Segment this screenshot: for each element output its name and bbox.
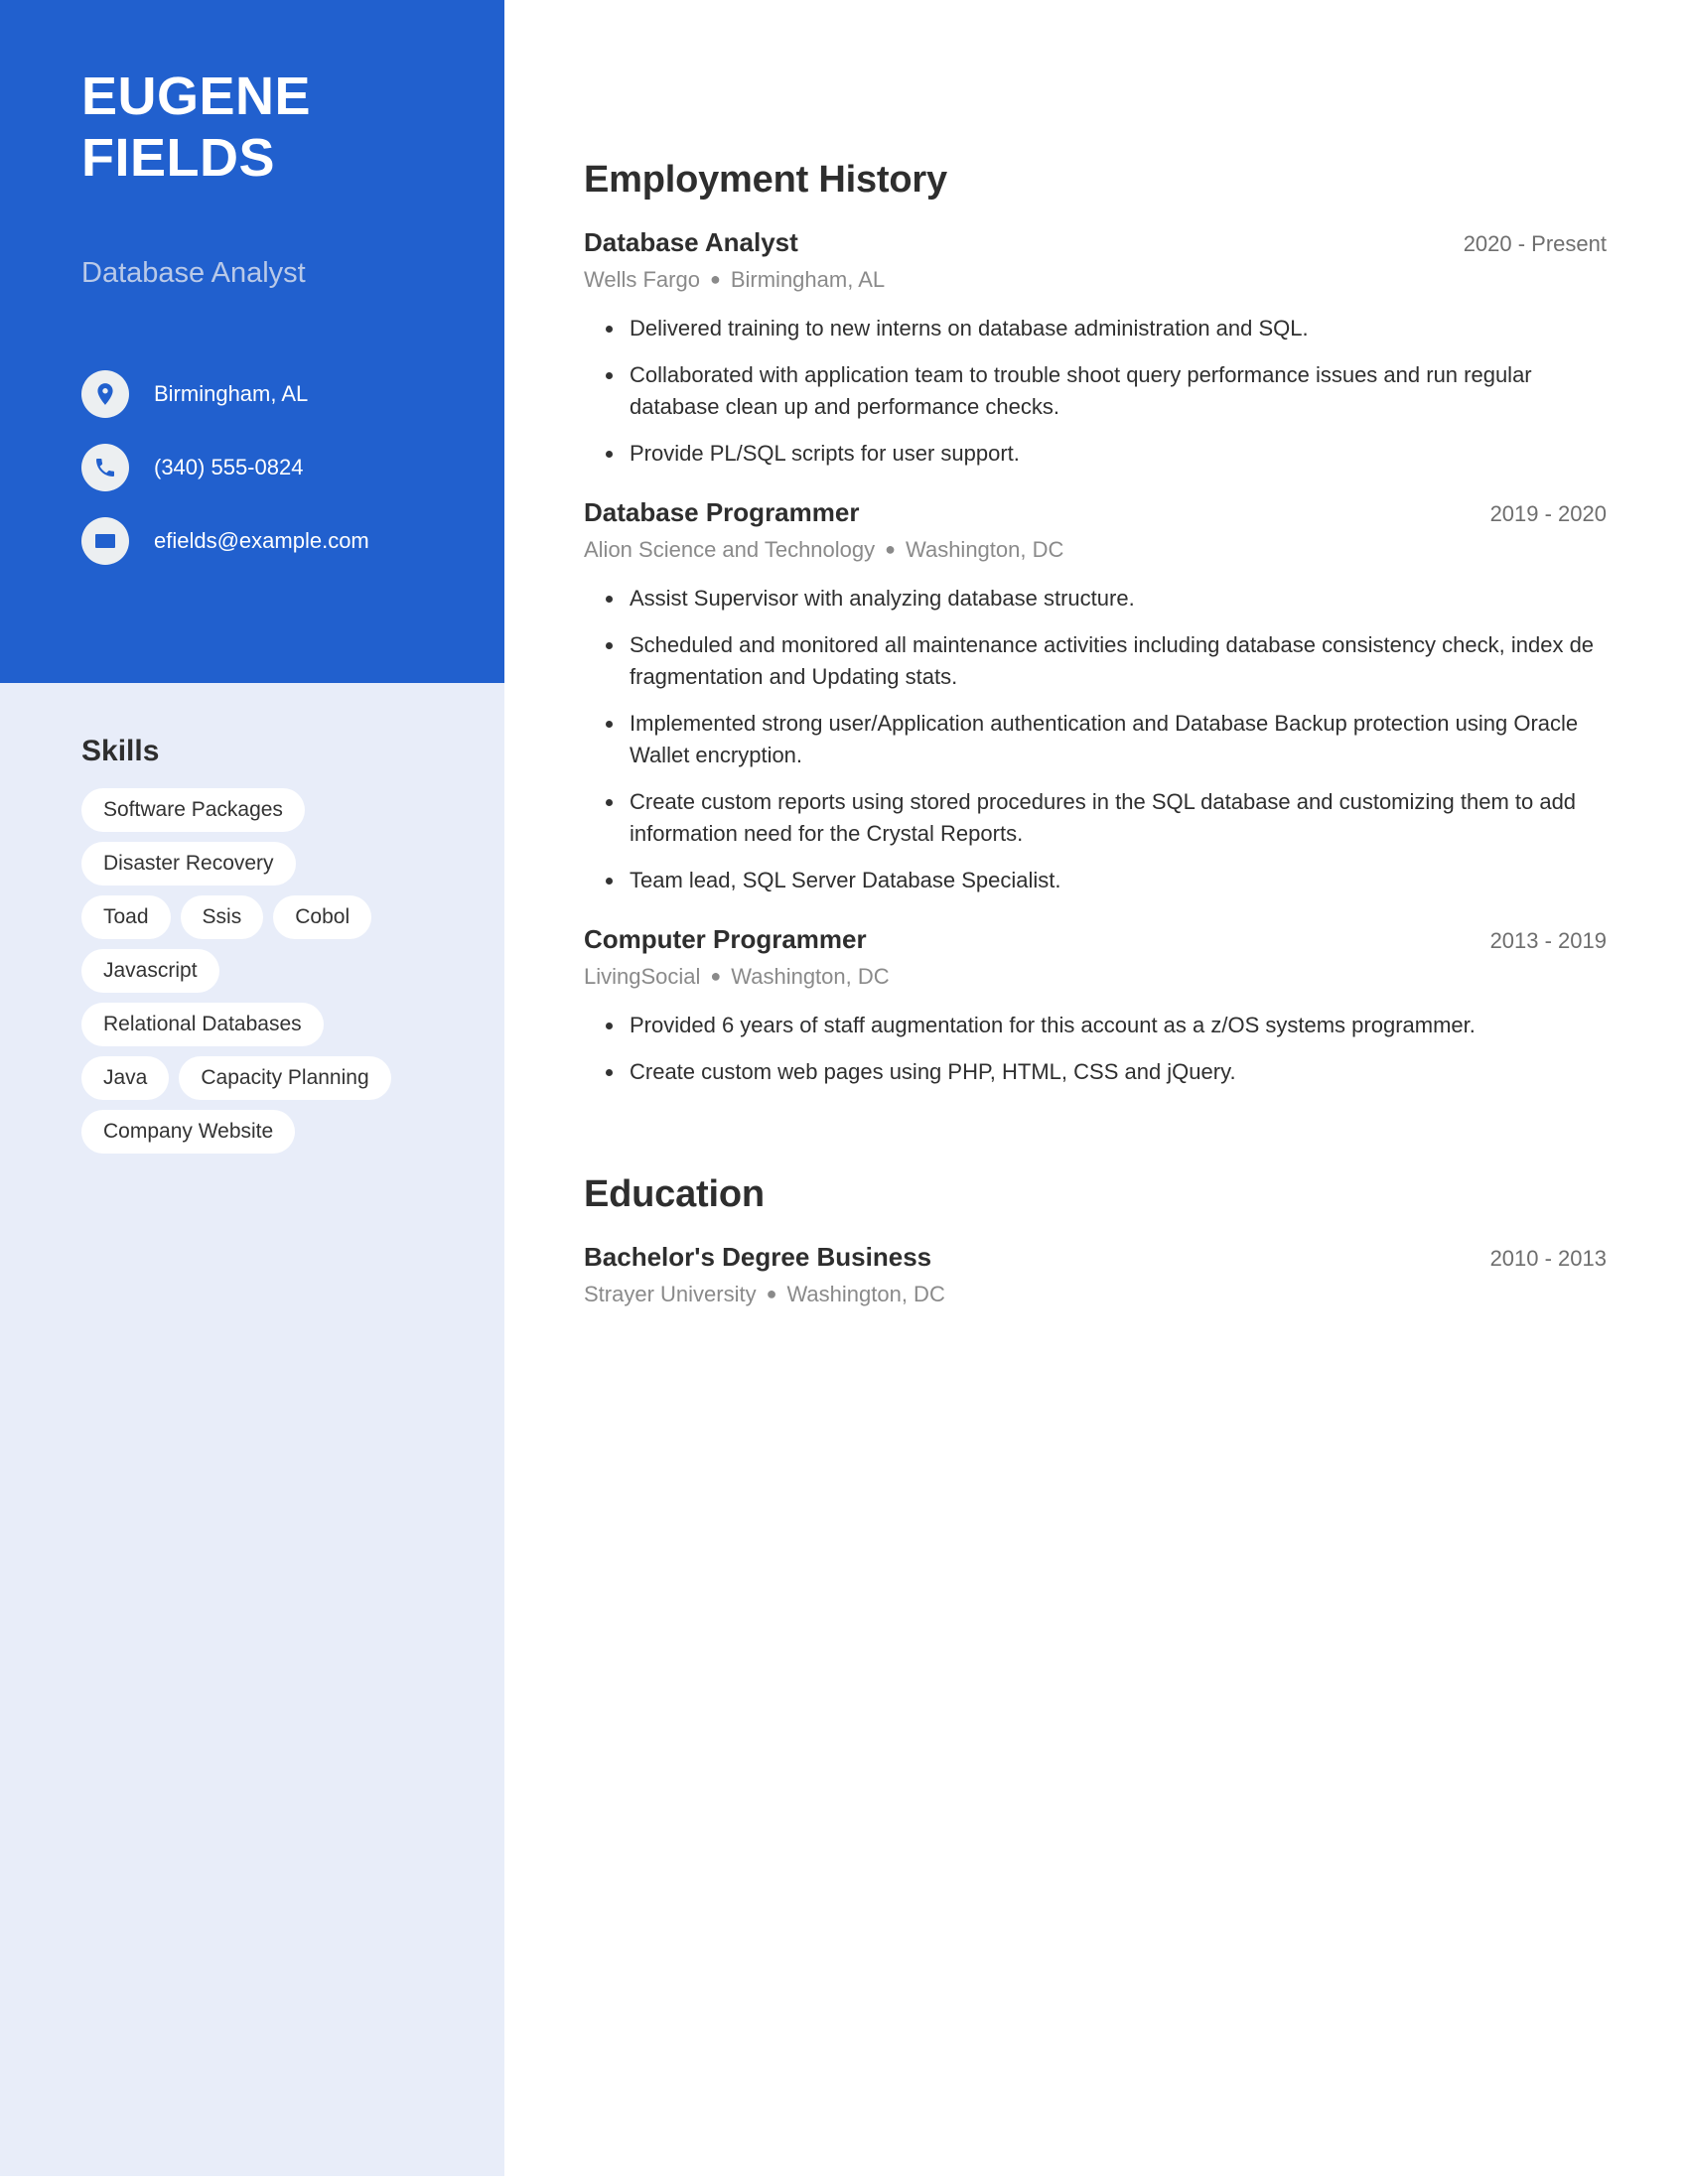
entry-organization: Wells Fargo <box>584 267 700 292</box>
entry-date-range: 2019 - 2020 <box>1489 501 1607 526</box>
last-name: FIELDS <box>81 128 276 188</box>
employment-history-heading: Employment History <box>584 159 947 201</box>
entry-date-range: 2010 - 2013 <box>1489 1246 1607 1271</box>
skill-tag: Company Website <box>81 1110 296 1154</box>
skill-tag-row: Toad Ssis Cobol <box>81 895 479 939</box>
skill-tag-row: Disaster Recovery <box>81 842 479 886</box>
entry-organization: Alion Science and Technology <box>584 537 876 562</box>
entry-bullet: Assist Supervisor with analyzing databas… <box>584 583 1607 614</box>
skill-tag: Javascript <box>81 949 219 993</box>
entry-bullet: Provide PL/SQL scripts for user support. <box>584 438 1607 470</box>
entry-bullet-list: Assist Supervisor with analyzing databas… <box>584 583 1607 896</box>
entry-location: Birmingham, AL <box>730 267 886 292</box>
entry-bullet-list: Provided 6 years of staff augmentation f… <box>584 1010 1607 1088</box>
skill-tag: Ssis <box>180 895 264 939</box>
experience-entry: Database Analyst 2020 - Present Wells Farg… <box>584 226 1607 470</box>
main-content: Employment History Database Analyst 2020 … <box>584 0 1607 1311</box>
contact-list: Birmingham, AL (340) 555-0824 efields@ex… <box>81 357 479 578</box>
phone-icon <box>81 444 129 491</box>
contact-item-phone: (340) 555-0824 <box>81 431 479 504</box>
entry-header-row: Bachelor's Degree Business 2010 - 2013 <box>584 1241 1607 1275</box>
entry-organization: LivingSocial <box>584 964 701 989</box>
entry-location: Washington, DC <box>731 964 890 989</box>
entry-header-row: Database Programmer 2019 - 2020 <box>584 496 1607 530</box>
entry-title: Database Analyst <box>584 227 798 257</box>
email-icon <box>81 517 129 565</box>
entry-organization-location: Strayer University ● Washington, DC <box>584 1277 1607 1311</box>
experience-entry: Database Programmer 2019 - 2020 Alion Scie… <box>584 496 1607 896</box>
entry-title: Database Programmer <box>584 497 860 527</box>
location-pin-icon <box>81 370 129 418</box>
entry-date-range: 2020 - Present <box>1463 231 1607 256</box>
experience-entry: Computer Programmer 2013 - 2019 LivingSoci… <box>584 923 1607 1088</box>
employment-entry-list: Database Analyst 2020 - Present Wells Farg… <box>584 226 1607 1088</box>
sidebar: EUGENE FIELDS Database Analyst Birmingha… <box>0 0 504 2176</box>
contact-item-email: efields@example.com <box>81 504 479 578</box>
contact-value-email: efields@example.com <box>154 528 369 553</box>
entry-organization-location: LivingSocial ● Washington, DC <box>584 959 1607 994</box>
name-block: EUGENE FIELDS <box>81 66 479 189</box>
entry-bullet: Provided 6 years of staff augmentation f… <box>584 1010 1607 1041</box>
skill-tag-row: Software Packages <box>81 788 479 832</box>
contact-item-location: Birmingham, AL <box>81 357 479 431</box>
entry-organization: Strayer University <box>584 1282 757 1306</box>
entry-title: Computer Programmer <box>584 924 867 954</box>
skill-tag-row: Company Website <box>81 1110 479 1154</box>
skill-tag: Toad <box>81 895 171 939</box>
skill-tag: Disaster Recovery <box>81 842 296 886</box>
skill-tag-row: Java Capacity Planning <box>81 1056 479 1100</box>
entry-header-row: Database Analyst 2020 - Present <box>584 226 1607 260</box>
skill-tag: Capacity Planning <box>179 1056 391 1100</box>
meta-separator-dot-icon: ● <box>709 269 721 289</box>
headline-job-title: Database Analyst <box>81 257 306 289</box>
experience-entry: Bachelor's Degree Business 2010 - 2013 Str… <box>584 1241 1607 1311</box>
entry-organization-location: Alion Science and Technology ● Washington,… <box>584 532 1607 567</box>
first-name: EUGENE <box>81 67 312 126</box>
skill-tag: Relational Databases <box>81 1003 324 1046</box>
skill-tag: Software Packages <box>81 788 305 832</box>
entry-bullet: Implemented strong user/Application auth… <box>584 708 1607 771</box>
entry-organization-location: Wells Fargo ● Birmingham, AL <box>584 262 1607 297</box>
meta-separator-dot-icon: ● <box>885 539 897 559</box>
skill-tag-row: Relational Databases <box>81 1003 479 1046</box>
entry-location: Washington, DC <box>786 1282 945 1306</box>
entry-date-range: 2013 - 2019 <box>1489 928 1607 953</box>
entry-bullet: Delivered training to new interns on dat… <box>584 313 1607 344</box>
entry-location: Washington, DC <box>906 537 1064 562</box>
skill-tag-rows: Software Packages Disaster Recovery Toad Ss… <box>81 788 479 1154</box>
entry-bullet: Collaborated with application team to tr… <box>584 359 1607 423</box>
entry-bullet: Team lead, SQL Server Database Specialis… <box>584 865 1607 896</box>
entry-bullet: Create custom web pages using PHP, HTML,… <box>584 1056 1607 1088</box>
entry-header-row: Computer Programmer 2013 - 2019 <box>584 923 1607 957</box>
contact-value-phone: (340) 555-0824 <box>154 455 304 479</box>
skill-tag-row: Javascript <box>81 949 479 993</box>
skills-section: Skills Software Packages Disaster Recover… <box>81 735 479 1154</box>
meta-separator-dot-icon: ● <box>766 1284 777 1303</box>
resume-page: EUGENE FIELDS Database Analyst Birmingha… <box>0 0 1688 2184</box>
skill-tag: Java <box>81 1056 170 1100</box>
entry-bullet-list: Delivered training to new interns on dat… <box>584 313 1607 470</box>
entry-title: Bachelor's Degree Business <box>584 1242 932 1272</box>
education-heading: Education <box>584 1173 765 1215</box>
meta-separator-dot-icon: ● <box>710 966 722 986</box>
education-entry-list: Bachelor's Degree Business 2010 - 2013 Str… <box>584 1241 1607 1311</box>
contact-value-location: Birmingham, AL <box>154 381 309 406</box>
entry-bullet: Create custom reports using stored proce… <box>584 786 1607 850</box>
skills-heading: Skills <box>81 735 160 767</box>
entry-bullet: Scheduled and monitored all maintenance … <box>584 629 1607 693</box>
skill-tag: Cobol <box>273 895 372 939</box>
